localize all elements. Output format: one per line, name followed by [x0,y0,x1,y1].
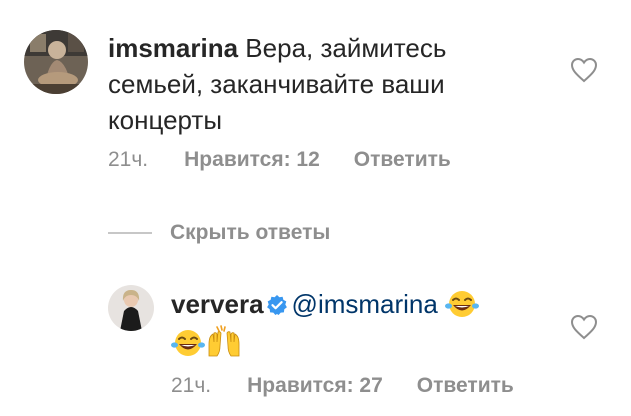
reply-time[interactable]: 21ч. [171,374,211,397]
reply-text: ververa @imsmarina [171,286,561,361]
hide-replies-divider [108,232,152,234]
comment-text: imsmarina Вера, займитесь семьей, заканч… [108,30,568,138]
reply-reply-button[interactable]: Ответить [417,374,514,397]
hide-replies-label: Скрыть ответы [170,221,331,244]
comment-line-2: семьей, заканчивайте ваши [108,69,445,99]
reply-mention-link[interactable]: @imsmarina [292,289,438,319]
raising-hands-icon [208,325,240,357]
like-heart-icon[interactable] [570,57,598,83]
comment-line-1: Вера, займитесь [238,33,447,63]
hide-replies-button[interactable]: Скрыть ответы [108,220,330,246]
verified-badge-icon [266,295,287,315]
comment-meta: 21ч. Нравится: 12 Ответить [108,147,451,173]
face-with-tears-of-joy-icon [171,330,205,356]
reply-likes[interactable]: Нравится: 27 [247,374,383,397]
comment-line-3: концерты [108,105,223,135]
like-heart-icon[interactable] [570,314,598,340]
reply-username[interactable]: ververa [171,289,264,319]
comment-username[interactable]: imsmarina [108,33,238,63]
comment-reply-button[interactable]: Ответить [354,148,451,171]
avatar-imsmarina[interactable] [24,30,88,94]
comment-time[interactable]: 21ч. [108,148,148,171]
face-with-tears-of-joy-icon [445,291,480,317]
avatar-ververa[interactable] [108,285,154,331]
reply-meta: 21ч. Нравится: 27 Ответить [171,373,514,399]
comment-likes[interactable]: Нравится: 12 [184,148,320,171]
